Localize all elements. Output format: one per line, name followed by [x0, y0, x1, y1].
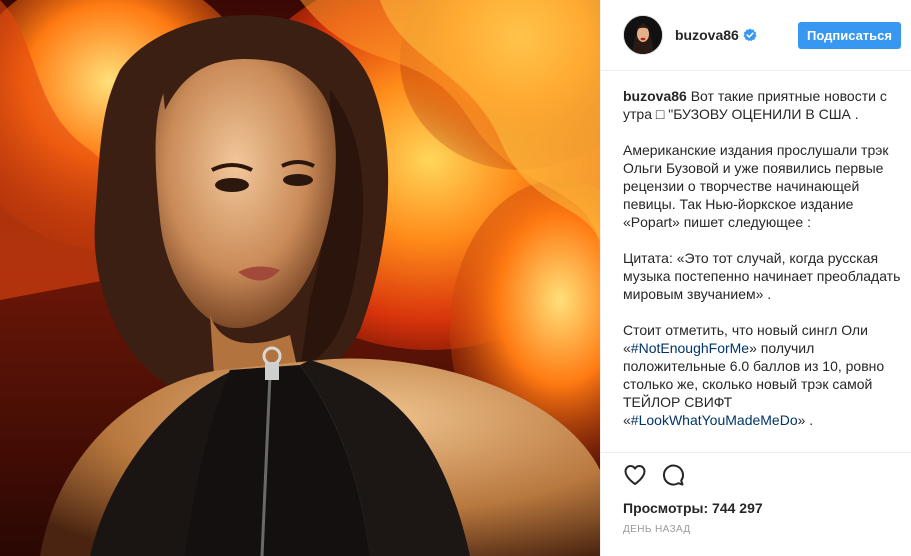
post-header: buzova86 Подписаться — [601, 0, 911, 71]
avatar-image — [624, 16, 662, 54]
caption-paragraph-4: Стоит отметить, что новый сингл Оли «#No… — [623, 321, 903, 429]
instagram-post: buzova86 Подписаться buzova86 Вот такие … — [0, 0, 911, 556]
views-count: Просмотры: 744 297 — [623, 500, 763, 516]
follow-button[interactable]: Подписаться — [797, 21, 901, 49]
post-image — [0, 0, 600, 556]
caption-intro: buzova86 Вот такие приятные новости с ут… — [623, 87, 903, 123]
caption-text: » . — [797, 412, 814, 428]
avatar[interactable] — [623, 15, 663, 55]
comment-icon[interactable] — [661, 463, 685, 487]
post-timestamp[interactable]: ДЕНЬ НАЗАД — [623, 524, 691, 535]
hashtag-link[interactable]: #LookWhatYouMadeMeDo — [631, 412, 798, 428]
post-caption: buzova86 Вот такие приятные новости с ут… — [623, 87, 903, 453]
caption-username[interactable]: buzova86 — [623, 88, 687, 104]
caption-paragraph-3: Цитата: «Это тот случай, когда русская м… — [623, 250, 901, 302]
header-username[interactable]: buzova86 — [675, 27, 739, 43]
caption-paragraph-2: Американские издания прослушали трэк Оль… — [623, 142, 889, 230]
hashtag-link[interactable]: #NotEnoughForMe — [631, 340, 749, 356]
post-photo[interactable] — [0, 0, 600, 556]
verified-badge-icon — [743, 28, 757, 42]
post-sidebar: buzova86 Подписаться buzova86 Вот такие … — [600, 0, 911, 556]
post-actions: Просмотры: 744 297 ДЕНЬ НАЗАД — [601, 452, 911, 556]
action-icons — [623, 463, 685, 487]
heart-icon[interactable] — [623, 463, 647, 487]
